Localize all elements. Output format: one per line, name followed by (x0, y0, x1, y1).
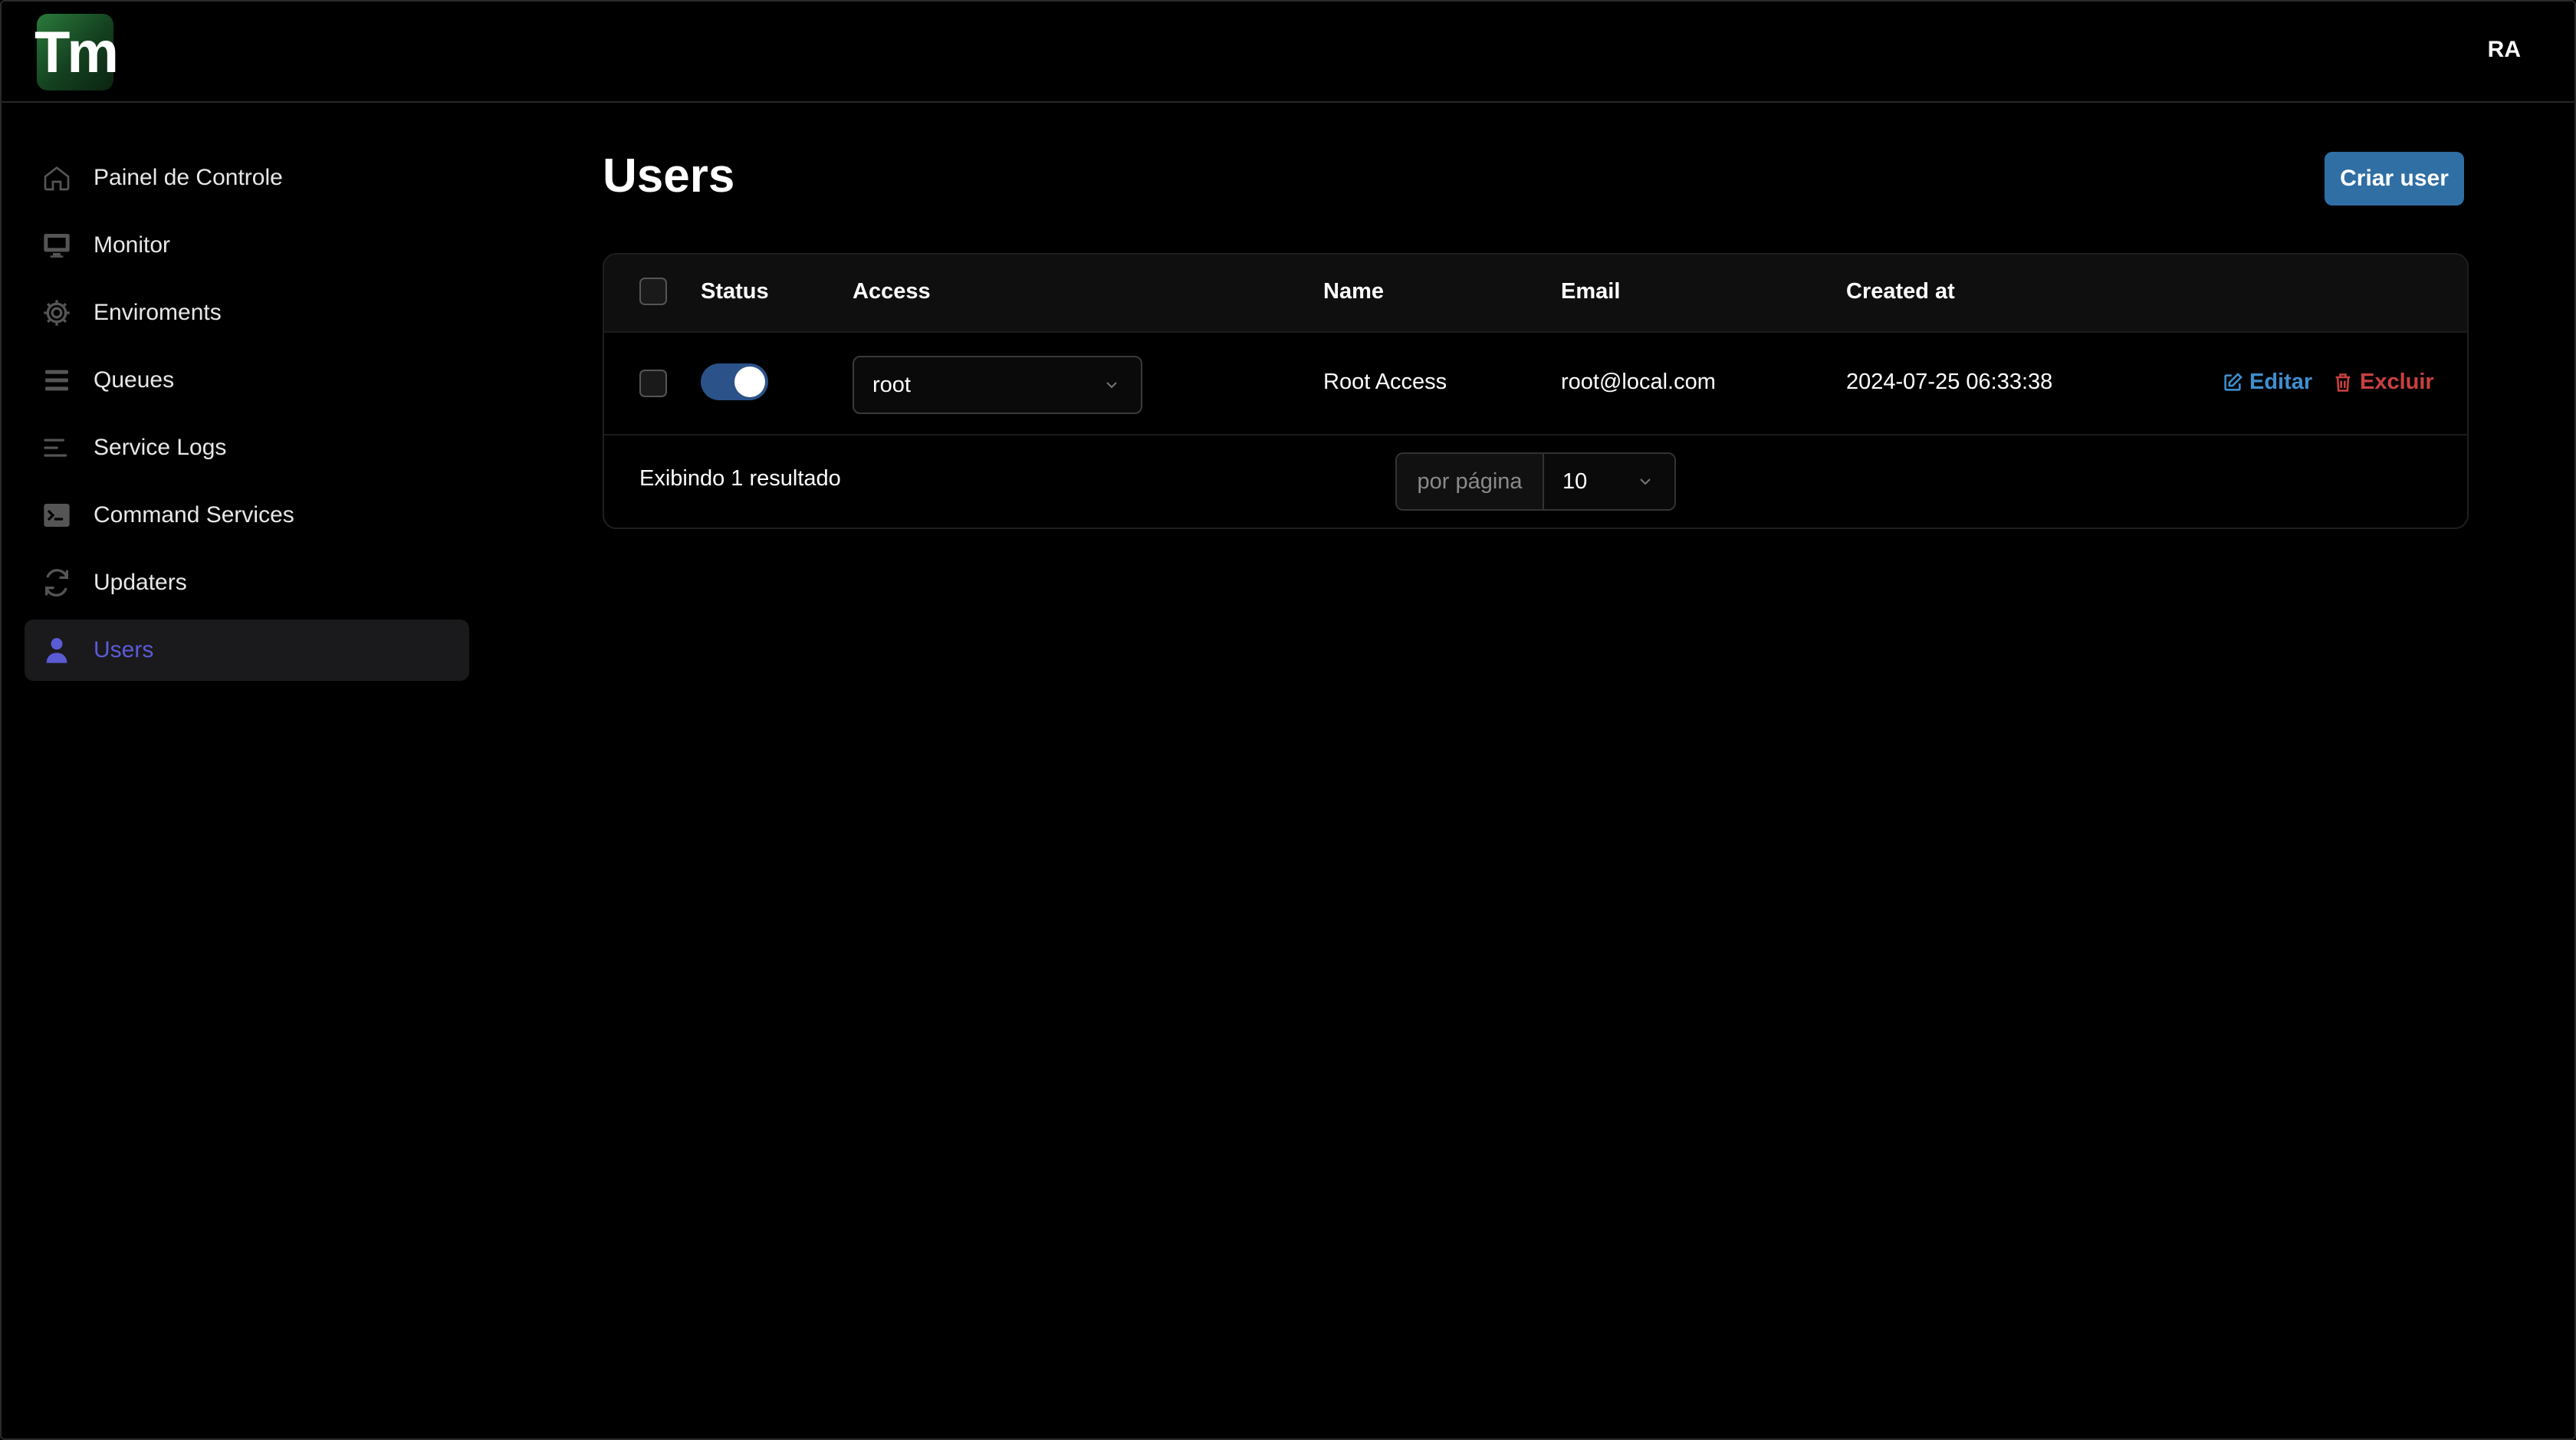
app-logo[interactable]: Tm (34, 14, 119, 90)
sidebar-item-users[interactable]: Users (25, 620, 469, 681)
sidebar-item-label: Users (94, 637, 154, 662)
column-header-access[interactable]: Access (853, 279, 931, 304)
users-table: Status Access Name Email Created at root… (603, 253, 2469, 529)
sidebar-item-label: Enviroments (94, 300, 222, 325)
sidebar: Painel de Controle Monitor Enviroments Q… (25, 147, 469, 687)
table-row: root Root Access root@local.com 2024-07-… (604, 331, 2467, 436)
edit-button[interactable]: Editar (2222, 370, 2312, 395)
queue-icon (40, 363, 74, 397)
table-header: Status Access Name Email Created at (604, 255, 2467, 331)
sidebar-item-enviroments[interactable]: Enviroments (25, 282, 469, 344)
sidebar-item-label: Service Logs (94, 435, 227, 460)
sidebar-item-label: Updaters (94, 570, 187, 595)
per-page-value: 10 (1562, 468, 1588, 494)
monitor-icon (40, 228, 74, 262)
delete-button[interactable]: Excluir (2332, 370, 2434, 395)
refresh-icon (40, 566, 74, 600)
trash-icon (2335, 373, 2351, 392)
access-select-value: root (872, 372, 911, 397)
column-header-name[interactable]: Name (1323, 279, 1384, 304)
home-icon (40, 161, 74, 195)
column-header-created-at[interactable]: Created at (1846, 279, 1955, 304)
results-summary: Exibindo 1 resultado (639, 466, 841, 491)
column-header-status[interactable]: Status (701, 279, 769, 304)
app-window: Tm RA Painel de Controle Monitor Envirom… (0, 0, 2576, 1440)
logs-icon (40, 431, 74, 465)
row-checkbox[interactable] (639, 370, 667, 397)
delete-label: Excluir (2360, 370, 2434, 394)
sidebar-item-label: Command Services (94, 502, 294, 528)
gear-icon (40, 296, 74, 330)
create-user-button[interactable]: Criar user (2325, 152, 2464, 205)
edit-icon (2224, 372, 2242, 391)
per-page-selector[interactable]: por página 10 (1395, 452, 1676, 511)
chevron-down-icon (1640, 478, 1651, 485)
chevron-down-icon (1106, 382, 1117, 389)
page-title: Users (603, 150, 735, 202)
user-icon (40, 633, 74, 667)
per-page-select[interactable]: 10 (1544, 454, 1674, 509)
per-page-label: por página (1397, 454, 1544, 509)
cell-name: Root Access (1323, 370, 1447, 394)
sidebar-item-label: Painel de Controle (94, 165, 283, 190)
cell-email: root@local.com (1561, 370, 1716, 394)
sidebar-item-label: Monitor (94, 232, 171, 258)
select-all-checkbox[interactable] (639, 278, 667, 305)
access-select[interactable]: root (853, 356, 1142, 414)
sidebar-item-painel-de-controle[interactable]: Painel de Controle (25, 147, 469, 209)
sidebar-item-service-logs[interactable]: Service Logs (25, 417, 469, 478)
top-bar: Tm RA (2, 2, 2576, 103)
sidebar-item-label: Queues (94, 367, 175, 393)
cell-created-at: 2024-07-25 06:33:38 (1846, 370, 2053, 394)
sidebar-item-queues[interactable]: Queues (25, 350, 469, 411)
status-toggle[interactable] (701, 363, 768, 400)
sidebar-item-command-services[interactable]: Command Services (25, 485, 469, 546)
edit-label: Editar (2249, 370, 2313, 394)
sidebar-item-updaters[interactable]: Updaters (25, 552, 469, 613)
column-header-email[interactable]: Email (1561, 279, 1620, 304)
terminal-icon (40, 498, 74, 532)
user-avatar[interactable]: RA (2488, 37, 2521, 63)
toggle-knob (734, 367, 765, 397)
sidebar-item-monitor[interactable]: Monitor (25, 215, 469, 276)
